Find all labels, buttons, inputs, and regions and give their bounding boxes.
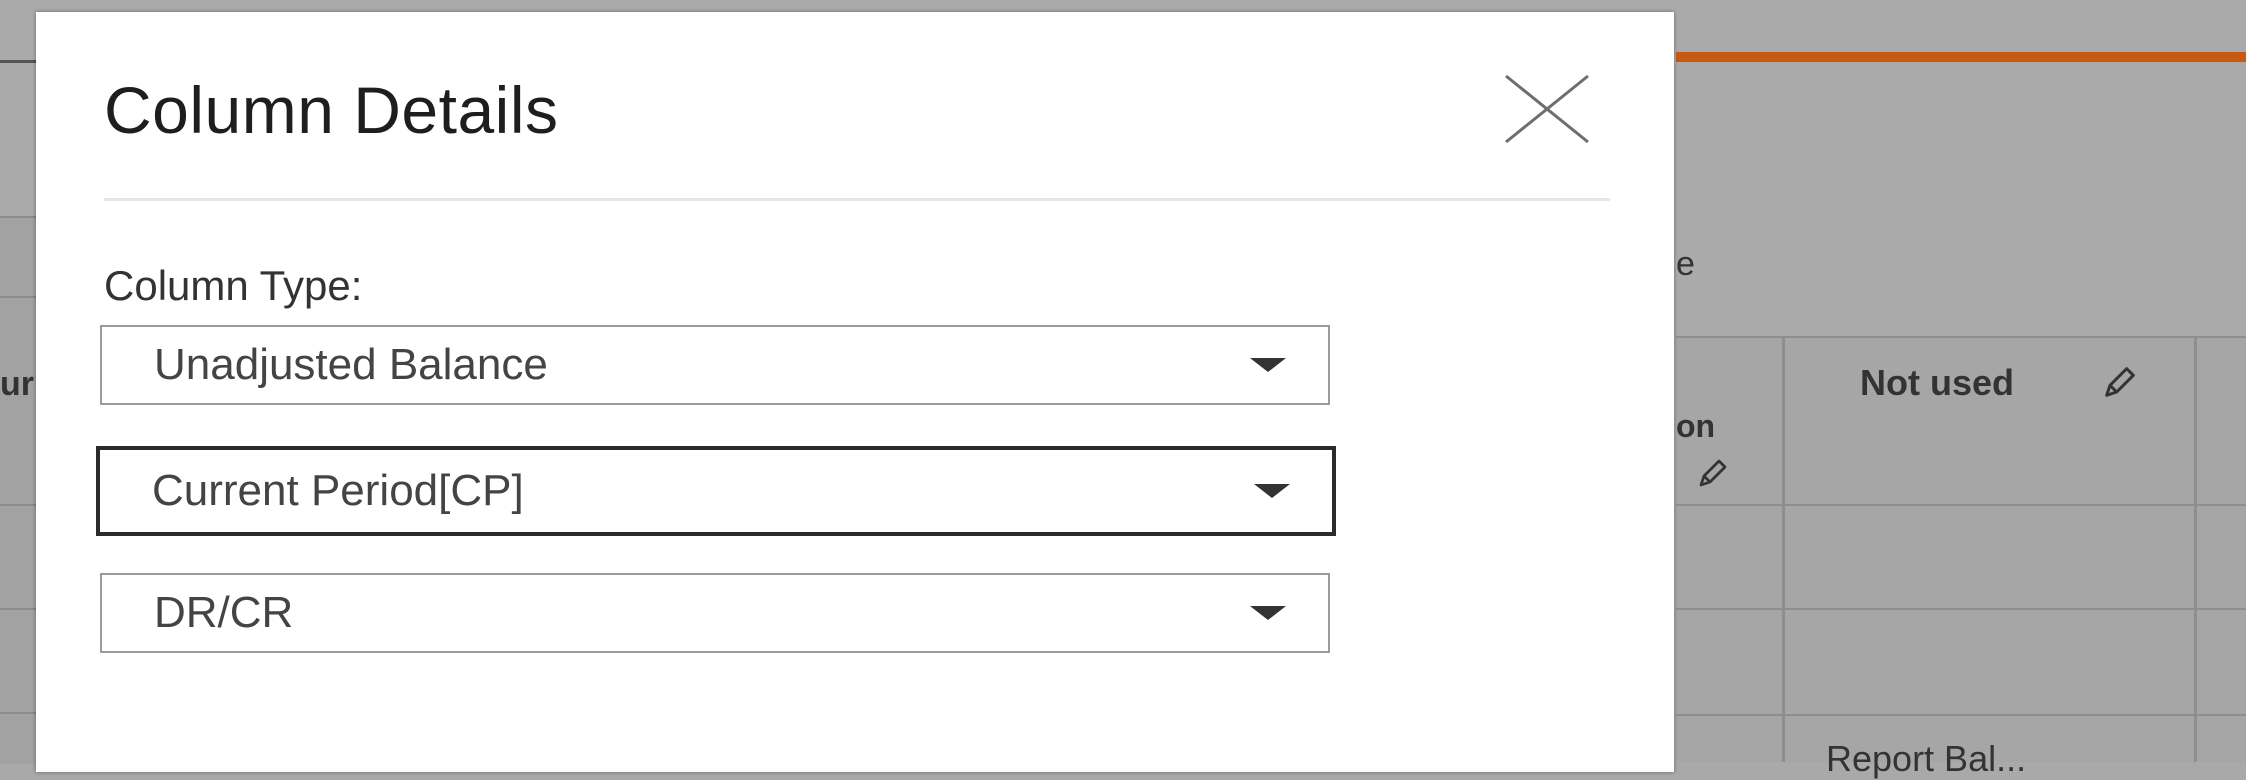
close-icon[interactable] <box>1500 72 1594 146</box>
table-header-not-used: Not used <box>1860 362 2015 403</box>
table-row-line <box>1676 504 2246 506</box>
column-type-label: Column Type: <box>104 262 363 309</box>
background-partial-text: e <box>1676 245 1695 283</box>
balance-type-select[interactable]: Unadjusted Balance <box>100 325 1330 405</box>
select-value: Unadjusted Balance <box>154 340 548 389</box>
background-left-table-edge <box>0 216 40 764</box>
select-value: Current Period[CP] <box>152 466 524 515</box>
table-header-partial: on <box>1676 408 1716 444</box>
table-row-line <box>1676 336 2246 338</box>
background-accent-bar <box>1676 52 2246 62</box>
header-divider <box>104 198 1610 201</box>
background-left-row-line <box>0 712 40 714</box>
edit-pencil-icon[interactable] <box>2100 362 2140 402</box>
period-select[interactable]: Current Period[CP] <box>96 446 1336 536</box>
chevron-down-icon <box>1250 358 1286 372</box>
table-row-line <box>1676 714 2246 716</box>
chevron-down-icon <box>1254 484 1290 498</box>
table-column-line <box>1782 336 1785 762</box>
background-top-line <box>0 60 40 63</box>
background-left-row-line <box>0 296 40 298</box>
table-column-line <box>2194 336 2197 762</box>
close-button[interactable] <box>1500 72 1594 146</box>
edit-pencil-icon[interactable] <box>1695 455 1731 491</box>
chevron-down-icon <box>1250 606 1286 620</box>
column-details-dialog: Column Details Column Type: Unadjusted B… <box>36 12 1674 772</box>
dialog-title: Column Details <box>104 73 559 147</box>
sign-select[interactable]: DR/CR <box>100 573 1330 653</box>
table-row-line <box>1676 608 2246 610</box>
background-left-row-line <box>0 504 40 506</box>
select-value: DR/CR <box>154 588 294 637</box>
background-left-header-text: ur <box>0 365 34 403</box>
table-cell-report-balance: Report Bal... <box>1826 738 2027 779</box>
background-left-row-line <box>0 608 40 610</box>
